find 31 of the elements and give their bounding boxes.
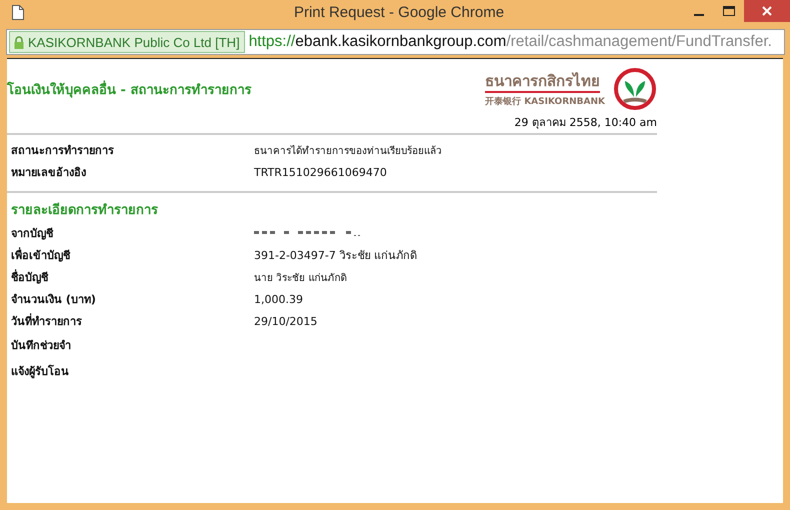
close-button[interactable] [744,0,790,22]
minimize-icon [694,14,704,16]
field-label: หมายเลขอ้างอิง [11,165,87,181]
field-value: 29/10/2015 [254,314,318,328]
field-label: จากบัญชี [11,226,54,242]
maximize-icon [723,6,735,16]
address-bar[interactable]: KASIKORNBANK Public Co Ltd [TH] https://ebank.kasikornbankgroup.com/retail/cashmanagement/FundTransfer. [6,29,785,55]
field-value: ธนาคารได้ทำรายการของท่านเรียบร้อยแล้ว [254,144,443,158]
field-label: สถานะการทำรายการ [11,143,115,159]
field-label: ชื่อบัญชี [11,268,50,286]
field-value: 1,000.39 [254,292,304,306]
window-title: Print Request - Google Chrome [292,4,506,20]
field-value: 391-2-03497-7 วิระชัย แก่นภักดิ [254,248,418,264]
close-icon [762,6,772,16]
field-label: แจ้งผู้รับโอน [11,364,70,380]
section-title: รายละเอียดการทำรายการ [11,202,159,220]
field-label: บันทึกช่วยจำ [11,338,72,354]
field-value: นาย วิระชัย แก่นภักดิ [254,272,348,284]
url-text: https://ebank.kasikornbankgroup.com/retail/cashmanagement/FundTransfer. [248,33,772,51]
field-label: เพื่อเข้าบัญชี [11,246,72,264]
lock-icon [14,36,24,48]
field-label: วันที่ทำรายการ [11,312,83,330]
bank-logo-icon [613,67,657,111]
field-label: จำนวนเงิน (บาท) [11,292,97,308]
bank-logo-subtext: 开泰银行 KASIKORNBANK [485,96,605,108]
page-heading: โอนเงินให้บุคคลอื่น - สถานะการทำรายการ [7,80,252,100]
certificate-badge[interactable]: KASIKORNBANK Public Co Ltd [TH] [9,31,245,53]
bank-logo-text: ธนาคารกสิกรไทย [485,70,600,92]
field-value: TRTR151029661069470 [254,166,388,178]
page-icon [12,4,24,20]
timestamp: 29 ตุลาคม 2558, 10:40 am [513,115,657,131]
